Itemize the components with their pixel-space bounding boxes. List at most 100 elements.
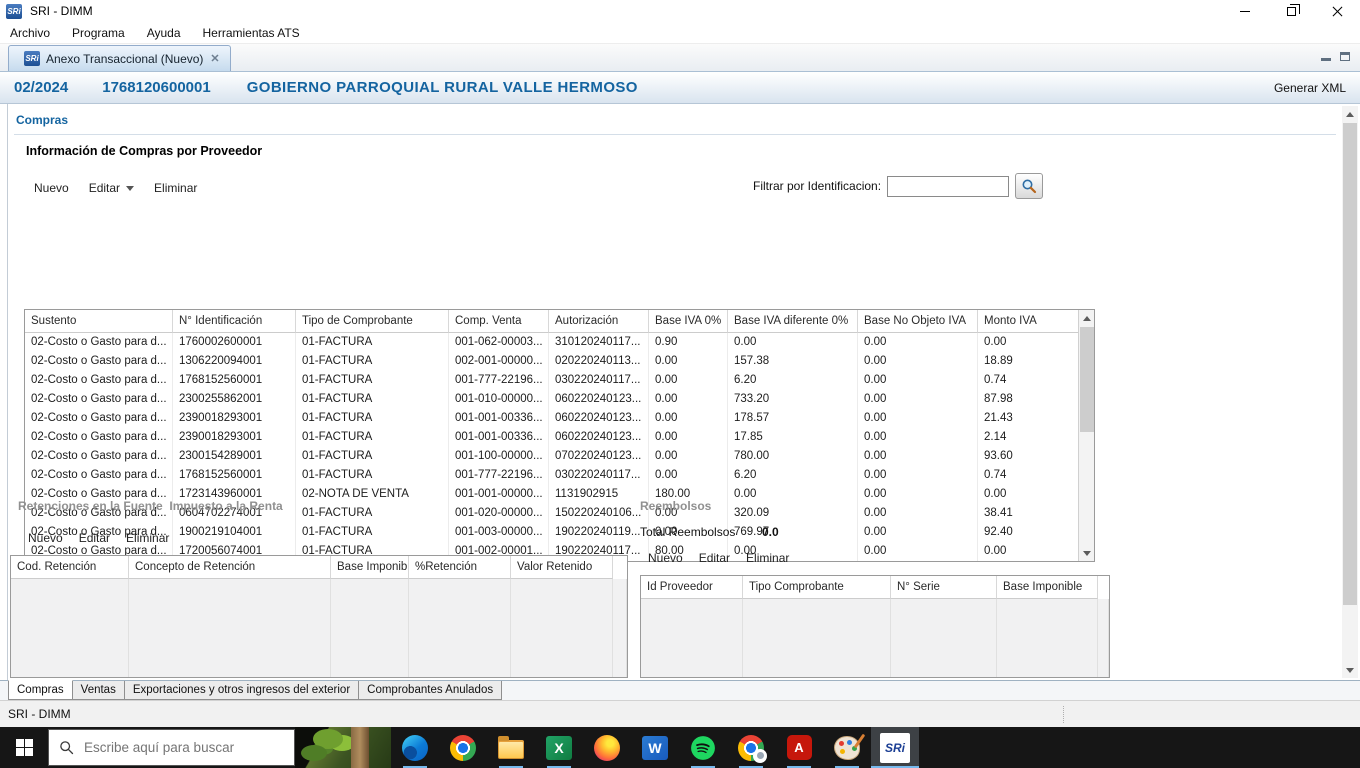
editar-button[interactable]: Editar bbox=[89, 181, 135, 195]
retenciones-table-body bbox=[11, 579, 627, 677]
table-row[interactable]: 02-Costo o Gasto para d... 1900219104001… bbox=[25, 523, 1079, 542]
scroll-down-icon[interactable] bbox=[1079, 545, 1095, 561]
cell-comp-venta: 001-777-22196... bbox=[449, 466, 549, 485]
cell-monto-iva: 0.00 bbox=[978, 542, 1079, 561]
column-header[interactable]: N° Identificación bbox=[173, 310, 296, 333]
cell-comp-venta: 001-001-00000... bbox=[449, 485, 549, 504]
taskbar-icon-chrome-app[interactable] bbox=[727, 727, 775, 768]
taskbar-icon-word[interactable]: W bbox=[631, 727, 679, 768]
reemb-nuevo-button[interactable]: Nuevo bbox=[648, 551, 683, 565]
cell-base-no-objeto: 0.00 bbox=[858, 485, 978, 504]
tab-ventas[interactable]: Ventas bbox=[71, 681, 125, 700]
tab-exportaciones[interactable]: Exportaciones y otros ingresos del exter… bbox=[123, 681, 360, 700]
column-header[interactable]: Concepto de Retención bbox=[129, 556, 331, 579]
menu-item[interactable]: Archivo bbox=[10, 26, 50, 40]
cell-autorizacion: 030220240117... bbox=[549, 371, 649, 390]
filter-input[interactable] bbox=[887, 175, 1010, 197]
cell-base-iva-dif: 780.00 bbox=[728, 447, 858, 466]
column-header[interactable]: Comp. Venta bbox=[449, 310, 549, 333]
column-header[interactable]: %Retención bbox=[409, 556, 511, 579]
reemb-editar-button[interactable]: Editar bbox=[699, 551, 730, 565]
minimize-icon bbox=[1240, 10, 1250, 12]
column-header[interactable]: Base Imponible bbox=[331, 556, 409, 579]
taskbar-icon-spotify[interactable] bbox=[679, 727, 727, 768]
taskbar-icon-sri-dimm[interactable]: SRi bbox=[871, 727, 919, 768]
column-header[interactable]: Autorización bbox=[549, 310, 649, 333]
compras-subtitle: Información de Compras por Proveedor bbox=[26, 144, 263, 158]
tab-anexo-transaccional[interactable]: SRi Anexo Transaccional (Nuevo) ✕ bbox=[8, 45, 231, 71]
restore-button[interactable] bbox=[1268, 0, 1314, 22]
reembolsos-toolbar: Nuevo Editar Eliminar bbox=[648, 551, 789, 565]
cell-tipo-comprobante: 01-FACTURA bbox=[296, 390, 449, 409]
column-header[interactable]: Base No Objeto IVA bbox=[858, 310, 978, 333]
tab-comprobantes-anulados[interactable]: Comprobantes Anulados bbox=[358, 681, 503, 700]
taskbar-icon-edge[interactable] bbox=[391, 727, 439, 768]
column-header[interactable]: Tipo Comprobante bbox=[743, 576, 891, 599]
nuevo-button[interactable]: Nuevo bbox=[34, 181, 69, 195]
ret-nuevo-button[interactable]: Nuevo bbox=[28, 531, 63, 545]
column-header[interactable]: Monto IVA bbox=[978, 310, 1079, 333]
taskbar-icon-file-explorer[interactable] bbox=[487, 727, 535, 768]
table-row[interactable]: 02-Costo o Gasto para d... 1768152560001… bbox=[25, 371, 1079, 390]
generar-xml-button[interactable]: Generar XML bbox=[1274, 81, 1346, 95]
menu-item[interactable]: Programa bbox=[72, 26, 125, 40]
close-button[interactable] bbox=[1314, 0, 1360, 22]
windows-logo-icon bbox=[15, 739, 33, 756]
column-header[interactable]: Base Imponible bbox=[997, 576, 1098, 599]
column-header[interactable]: Valor Retenido bbox=[511, 556, 613, 579]
column-header[interactable]: Cod. Retención bbox=[11, 556, 129, 579]
table-row[interactable]: 02-Costo o Gasto para d... 2390018293001… bbox=[25, 428, 1079, 447]
table-row[interactable]: 02-Costo o Gasto para d... 1760002600001… bbox=[25, 333, 1079, 352]
reemb-eliminar-button[interactable]: Eliminar bbox=[746, 551, 789, 565]
total-reembolsos: Total Reembolsos 0.0 bbox=[640, 525, 779, 539]
column-header[interactable]: Tipo de Comprobante bbox=[296, 310, 449, 333]
taskbar-icon-paint[interactable] bbox=[823, 727, 871, 768]
cell-base-iva-0: 0.90 bbox=[649, 333, 728, 352]
taskbar-icon-excel[interactable]: X bbox=[535, 727, 583, 768]
cell-sustento: 02-Costo o Gasto para d... bbox=[25, 371, 173, 390]
filter-search-button[interactable] bbox=[1015, 173, 1044, 199]
cell-identificacion: 2390018293001 bbox=[173, 409, 296, 428]
main-scrollbar[interactable] bbox=[1342, 106, 1358, 678]
taxpayer-name: GOBIERNO PARROQUIAL RURAL VALLE HERMOSO bbox=[246, 79, 638, 96]
taskbar-icon-firefox[interactable] bbox=[583, 727, 631, 768]
tree-thumbnail[interactable] bbox=[295, 727, 391, 768]
scroll-down-icon[interactable] bbox=[1342, 662, 1358, 678]
taskbar-icon-chrome[interactable] bbox=[439, 727, 487, 768]
taskbar-icon-acrobat[interactable]: A bbox=[775, 727, 823, 768]
ret-eliminar-button[interactable]: Eliminar bbox=[126, 531, 169, 545]
search-input[interactable] bbox=[84, 740, 274, 755]
scroll-up-icon[interactable] bbox=[1342, 106, 1358, 122]
ret-editar-button[interactable]: Editar bbox=[79, 531, 110, 545]
column-header[interactable]: Base IVA 0% bbox=[649, 310, 728, 333]
column-header[interactable]: N° Serie bbox=[891, 576, 997, 599]
minimize-button[interactable] bbox=[1222, 0, 1268, 22]
cell-base-iva-0: 0.00 bbox=[649, 409, 728, 428]
eliminar-button[interactable]: Eliminar bbox=[154, 181, 197, 195]
scrollbar-thumb[interactable] bbox=[1080, 327, 1094, 432]
cell-monto-iva: 92.40 bbox=[978, 523, 1079, 542]
scroll-up-icon[interactable] bbox=[1079, 310, 1095, 326]
table-row[interactable]: 02-Costo o Gasto para d... 2300255862001… bbox=[25, 390, 1079, 409]
table-scrollbar[interactable] bbox=[1078, 310, 1094, 561]
table-row[interactable]: 02-Costo o Gasto para d... 1768152560001… bbox=[25, 466, 1079, 485]
table-row[interactable]: 02-Costo o Gasto para d... 2390018293001… bbox=[25, 409, 1079, 428]
tab-compras[interactable]: Compras bbox=[8, 680, 73, 700]
view-maximize-icon[interactable] bbox=[1340, 52, 1350, 61]
column-header[interactable]: Sustento bbox=[25, 310, 173, 333]
column-header[interactable]: Id Proveedor bbox=[641, 576, 743, 599]
taskbar-search[interactable] bbox=[48, 729, 295, 766]
tab-close-icon[interactable]: ✕ bbox=[209, 52, 220, 65]
scrollbar-thumb[interactable] bbox=[1343, 123, 1357, 605]
start-button[interactable] bbox=[0, 727, 48, 768]
table-row[interactable]: 02-Costo o Gasto para d... 1306220094001… bbox=[25, 352, 1079, 371]
chevron-down-icon[interactable] bbox=[126, 185, 135, 191]
menu-item[interactable]: Ayuda bbox=[147, 26, 181, 40]
cell-comp-venta: 001-777-22196... bbox=[449, 371, 549, 390]
menu-item[interactable]: Herramientas ATS bbox=[203, 26, 300, 40]
view-minimize-icon[interactable] bbox=[1321, 52, 1331, 61]
cell-sustento: 02-Costo o Gasto para d... bbox=[25, 409, 173, 428]
window-title: SRI - DIMM bbox=[30, 4, 93, 18]
column-header[interactable]: Base IVA diferente 0% bbox=[728, 310, 858, 333]
table-row[interactable]: 02-Costo o Gasto para d... 2300154289001… bbox=[25, 447, 1079, 466]
